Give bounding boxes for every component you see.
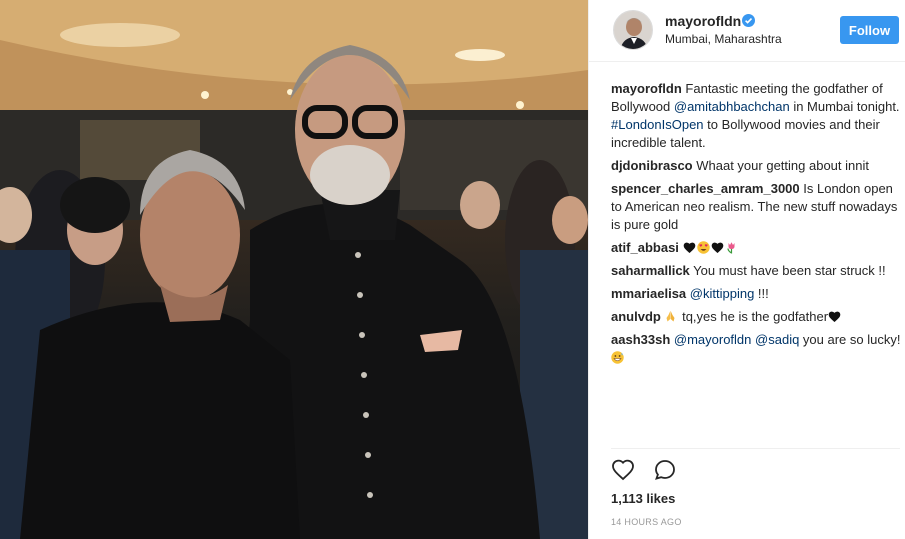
comment-bubble-icon[interactable]: [653, 458, 677, 482]
post-header: mayorofldn Mumbai, Maharashtra Follow: [589, 0, 905, 62]
comment-username[interactable]: spencer_charles_amram_3000: [611, 181, 800, 196]
grinning-sweat-emoji: [611, 351, 624, 364]
verified-badge-icon: [742, 14, 755, 27]
user-avatar-image: [614, 11, 652, 49]
comment-mention-link[interactable]: @sadiq: [755, 332, 799, 347]
black-heart-emoji: [828, 310, 841, 323]
comment-mention-link[interactable]: @mayorofldn: [674, 332, 752, 347]
comment: djdonibrasco Whaat your getting about in…: [611, 157, 903, 175]
comment-text: you are so lucky!: [799, 332, 901, 347]
comments-list: mayorofldn Fantastic meeting the godfath…: [611, 80, 903, 372]
comment-username[interactable]: atif_abbasi: [611, 240, 679, 255]
likes-count[interactable]: 1,113 likes: [611, 491, 675, 506]
comment-mention-link[interactable]: @kittipping: [690, 286, 755, 301]
comment-username[interactable]: saharmallick: [611, 263, 690, 278]
heart-outline-icon[interactable]: [611, 458, 635, 482]
comment: spencer_charles_amram_3000 Is London ope…: [611, 180, 903, 234]
black-heart-emoji: [711, 241, 724, 254]
header-username[interactable]: mayorofldn: [665, 13, 741, 29]
comment-text: You must have been star struck !!: [693, 263, 886, 278]
divider: [611, 448, 900, 449]
comment-username[interactable]: mayorofldn: [611, 81, 682, 96]
comment: atif_abbasi: [611, 239, 903, 257]
post-photo[interactable]: [0, 0, 588, 539]
comment: aash33sh @mayorofldn @sadiq you are so l…: [611, 331, 903, 367]
comment-username[interactable]: djdonibrasco: [611, 158, 693, 173]
comment-text: in Mumbai tonight.: [789, 99, 900, 114]
follow-button[interactable]: Follow: [840, 16, 899, 44]
black-heart-emoji: [683, 241, 696, 254]
comment-mention-link[interactable]: #LondonIsOpen: [611, 117, 704, 132]
heart-eyes-emoji: [696, 241, 710, 254]
comment-username[interactable]: aash33sh: [611, 332, 670, 347]
avatar[interactable]: [613, 10, 653, 50]
comment-mention-link[interactable]: @amitabhbachchan: [674, 99, 790, 114]
comment-username[interactable]: anulvdp: [611, 309, 661, 324]
comment: mmariaelisa @kittipping !!!: [611, 285, 903, 303]
comment: saharmallick You must have been star str…: [611, 262, 903, 280]
comment-text: tq,yes he is the godfather: [678, 309, 829, 324]
location-link[interactable]: Mumbai, Maharashtra: [665, 32, 782, 46]
post-details-panel: mayorofldn Mumbai, Maharashtra Follow ma…: [588, 0, 905, 539]
comment-text: !!!: [754, 286, 769, 301]
comment-text: Whaat your getting about innit: [696, 158, 869, 173]
comment: mayorofldn Fantastic meeting the godfath…: [611, 80, 903, 152]
comment-username[interactable]: mmariaelisa: [611, 286, 686, 301]
folded-hands-emoji: [664, 310, 677, 323]
comment: anulvdp tq,yes he is the godfather: [611, 308, 903, 326]
post-timestamp[interactable]: 14 HOURS AGO: [611, 517, 682, 527]
photo-of-two-men-at-event: [0, 0, 588, 539]
tulip-emoji: [725, 241, 738, 254]
